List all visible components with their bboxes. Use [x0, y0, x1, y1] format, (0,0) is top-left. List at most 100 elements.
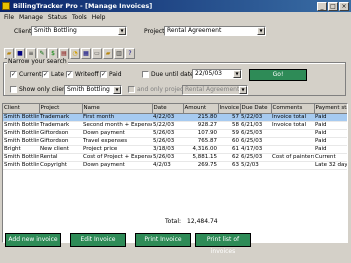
table-row[interactable]: Smith BottlingGiftordsonTravel expenses5…: [3, 137, 347, 146]
cell: 765.87: [183, 137, 218, 146]
only-project-value: Rental Agreement: [185, 86, 240, 93]
narrow-search-title: Narrow your search: [7, 58, 68, 65]
project-select[interactable]: Rental Agreement ▼: [164, 26, 266, 36]
add-invoice-button[interactable]: Add new invoice: [5, 233, 61, 247]
col-name[interactable]: Name: [82, 104, 153, 114]
cell: 62: [218, 153, 240, 162]
cell: 63: [218, 161, 240, 170]
col-invoice[interactable]: Invoice: [218, 104, 241, 114]
writeoff-label: Writeoff: [75, 71, 99, 78]
cell: 58: [218, 121, 240, 130]
menu-help[interactable]: Help: [92, 14, 106, 21]
cell: Cost of painters: [271, 153, 314, 162]
table-row[interactable]: Bright New client Project price 3/18/03 4,31…: [3, 145, 347, 154]
cell: New client: [39, 145, 82, 154]
menu-tools[interactable]: Tools: [72, 14, 87, 21]
cell: Down payment: [82, 161, 152, 170]
cell: 6/25/03: [240, 153, 271, 162]
cell: Paid: [314, 113, 347, 122]
total-bar: Total: 12,484.74: [165, 218, 218, 225]
late-checkbox[interactable]: ✓ Late: [42, 71, 64, 78]
project-select-value: Rental Agreement: [167, 27, 222, 34]
window-title: BillingTracker Pro - [Manage Invoices]: [13, 2, 153, 10]
menu-file[interactable]: File: [4, 14, 14, 21]
cell: First month: [82, 113, 152, 122]
client-select[interactable]: Smith Bottling ▼: [31, 26, 127, 36]
current-checkbox[interactable]: ✓ Current: [10, 71, 42, 78]
edit-invoice-button[interactable]: Edit Invoice: [70, 233, 126, 247]
cell: Second month + Expenses: [82, 121, 152, 130]
writeoff-checkbox[interactable]: ✓ Writeoff: [66, 71, 99, 78]
cell: [271, 161, 314, 170]
client-select-value: Smith Bottling: [34, 27, 77, 34]
clock-icon[interactable]: ◔: [70, 48, 80, 59]
table-row[interactable]: Smith BottlingTrademarkFirst month4/22/0…: [3, 113, 347, 122]
col-amount[interactable]: Amount: [183, 104, 219, 114]
cell: Smith Bottling: [3, 113, 39, 122]
menu-status[interactable]: Status: [48, 14, 67, 21]
chevron-down-icon: ▼: [113, 86, 121, 94]
cell: [271, 145, 314, 154]
late-label: Late: [51, 71, 65, 78]
minimize-button[interactable]: _: [317, 1, 327, 11]
cell: 6/25/03: [240, 137, 271, 146]
cell: Invoice total: [271, 113, 314, 122]
app-icon: [2, 2, 10, 10]
paid-label: Paid: [109, 71, 122, 78]
note-icon[interactable]: ▭: [92, 48, 102, 59]
only-client-select[interactable]: Smith Bottling ▼: [64, 85, 122, 95]
due-until-checkbox[interactable]: Due until date:: [142, 71, 196, 78]
due-date-field[interactable]: 22/05/03 ▼: [192, 69, 242, 79]
check-icon: ✓: [42, 71, 49, 78]
table-row[interactable]: Smith BottlingCopyrightDown payment4/2/0…: [3, 161, 347, 170]
chevron-down-icon: ▼: [118, 27, 126, 35]
show-only-client-label: Show only client:: [19, 86, 71, 93]
cell: Paid: [314, 145, 347, 154]
print-list-button[interactable]: Print list of invoices: [195, 233, 251, 255]
due-until-label: Due until date:: [151, 71, 196, 78]
cell: 269.75: [183, 161, 218, 170]
help-icon[interactable]: ?: [125, 48, 135, 59]
cell: Smith Bottling: [3, 137, 39, 146]
cell: Copyright: [39, 161, 82, 170]
folder-icon[interactable]: ▰: [103, 48, 113, 59]
due-date-value: 22/05/03: [195, 70, 222, 77]
cell: 5/22/03: [152, 121, 183, 130]
go-button[interactable]: Go!: [249, 69, 307, 81]
col-payment-status[interactable]: Payment status: [314, 104, 347, 114]
maximize-button[interactable]: □: [328, 1, 338, 11]
print-invoice-button[interactable]: Print Invoice: [135, 233, 191, 247]
report-icon[interactable]: ▥: [114, 48, 124, 59]
cell: Smith Bottling: [3, 121, 39, 130]
col-date[interactable]: Date: [152, 104, 184, 114]
cell: 6/21/03: [240, 121, 271, 130]
col-client[interactable]: Client: [3, 104, 40, 114]
total-value: 12,484.74: [187, 218, 218, 225]
menu-manage[interactable]: Manage: [19, 14, 43, 21]
close-button[interactable]: ×: [339, 1, 349, 11]
show-only-client-checkbox[interactable]: Show only client:: [10, 86, 70, 93]
col-project[interactable]: Project: [39, 104, 83, 114]
paid-checkbox[interactable]: ✓ Paid: [100, 71, 122, 78]
col-comments[interactable]: Comments: [271, 104, 315, 114]
total-label: Total:: [165, 218, 182, 225]
unchecked-box-icon: [142, 71, 149, 78]
cell: 5,881.15: [183, 153, 218, 162]
calendar-icon[interactable]: ▦: [81, 48, 91, 59]
chevron-down-icon: ▼: [257, 27, 265, 35]
cell: Paid: [314, 129, 347, 138]
only-client-value: Smith Bottling: [67, 86, 110, 93]
cell: Paid: [314, 121, 347, 130]
cell: 5/26/03: [152, 137, 183, 146]
table-row[interactable]: Smith BottlingGiftordsonDown payment5/26…: [3, 129, 347, 138]
cell: 5/2/03: [240, 161, 271, 170]
check-icon: ✓: [100, 71, 107, 78]
cell: Smith Bottling: [3, 129, 39, 138]
cell: 6/25/03: [240, 129, 271, 138]
cell: Travel expenses: [82, 137, 152, 146]
cell: Project price: [82, 145, 152, 154]
table-row[interactable]: Smith BottlingRentalCost of Project + Ex…: [3, 153, 347, 162]
col-due-date[interactable]: Due Date: [240, 104, 272, 114]
cell: Invoice total: [271, 121, 314, 130]
table-row[interactable]: Smith BottlingTrademarkSecond month + Ex…: [3, 121, 347, 130]
